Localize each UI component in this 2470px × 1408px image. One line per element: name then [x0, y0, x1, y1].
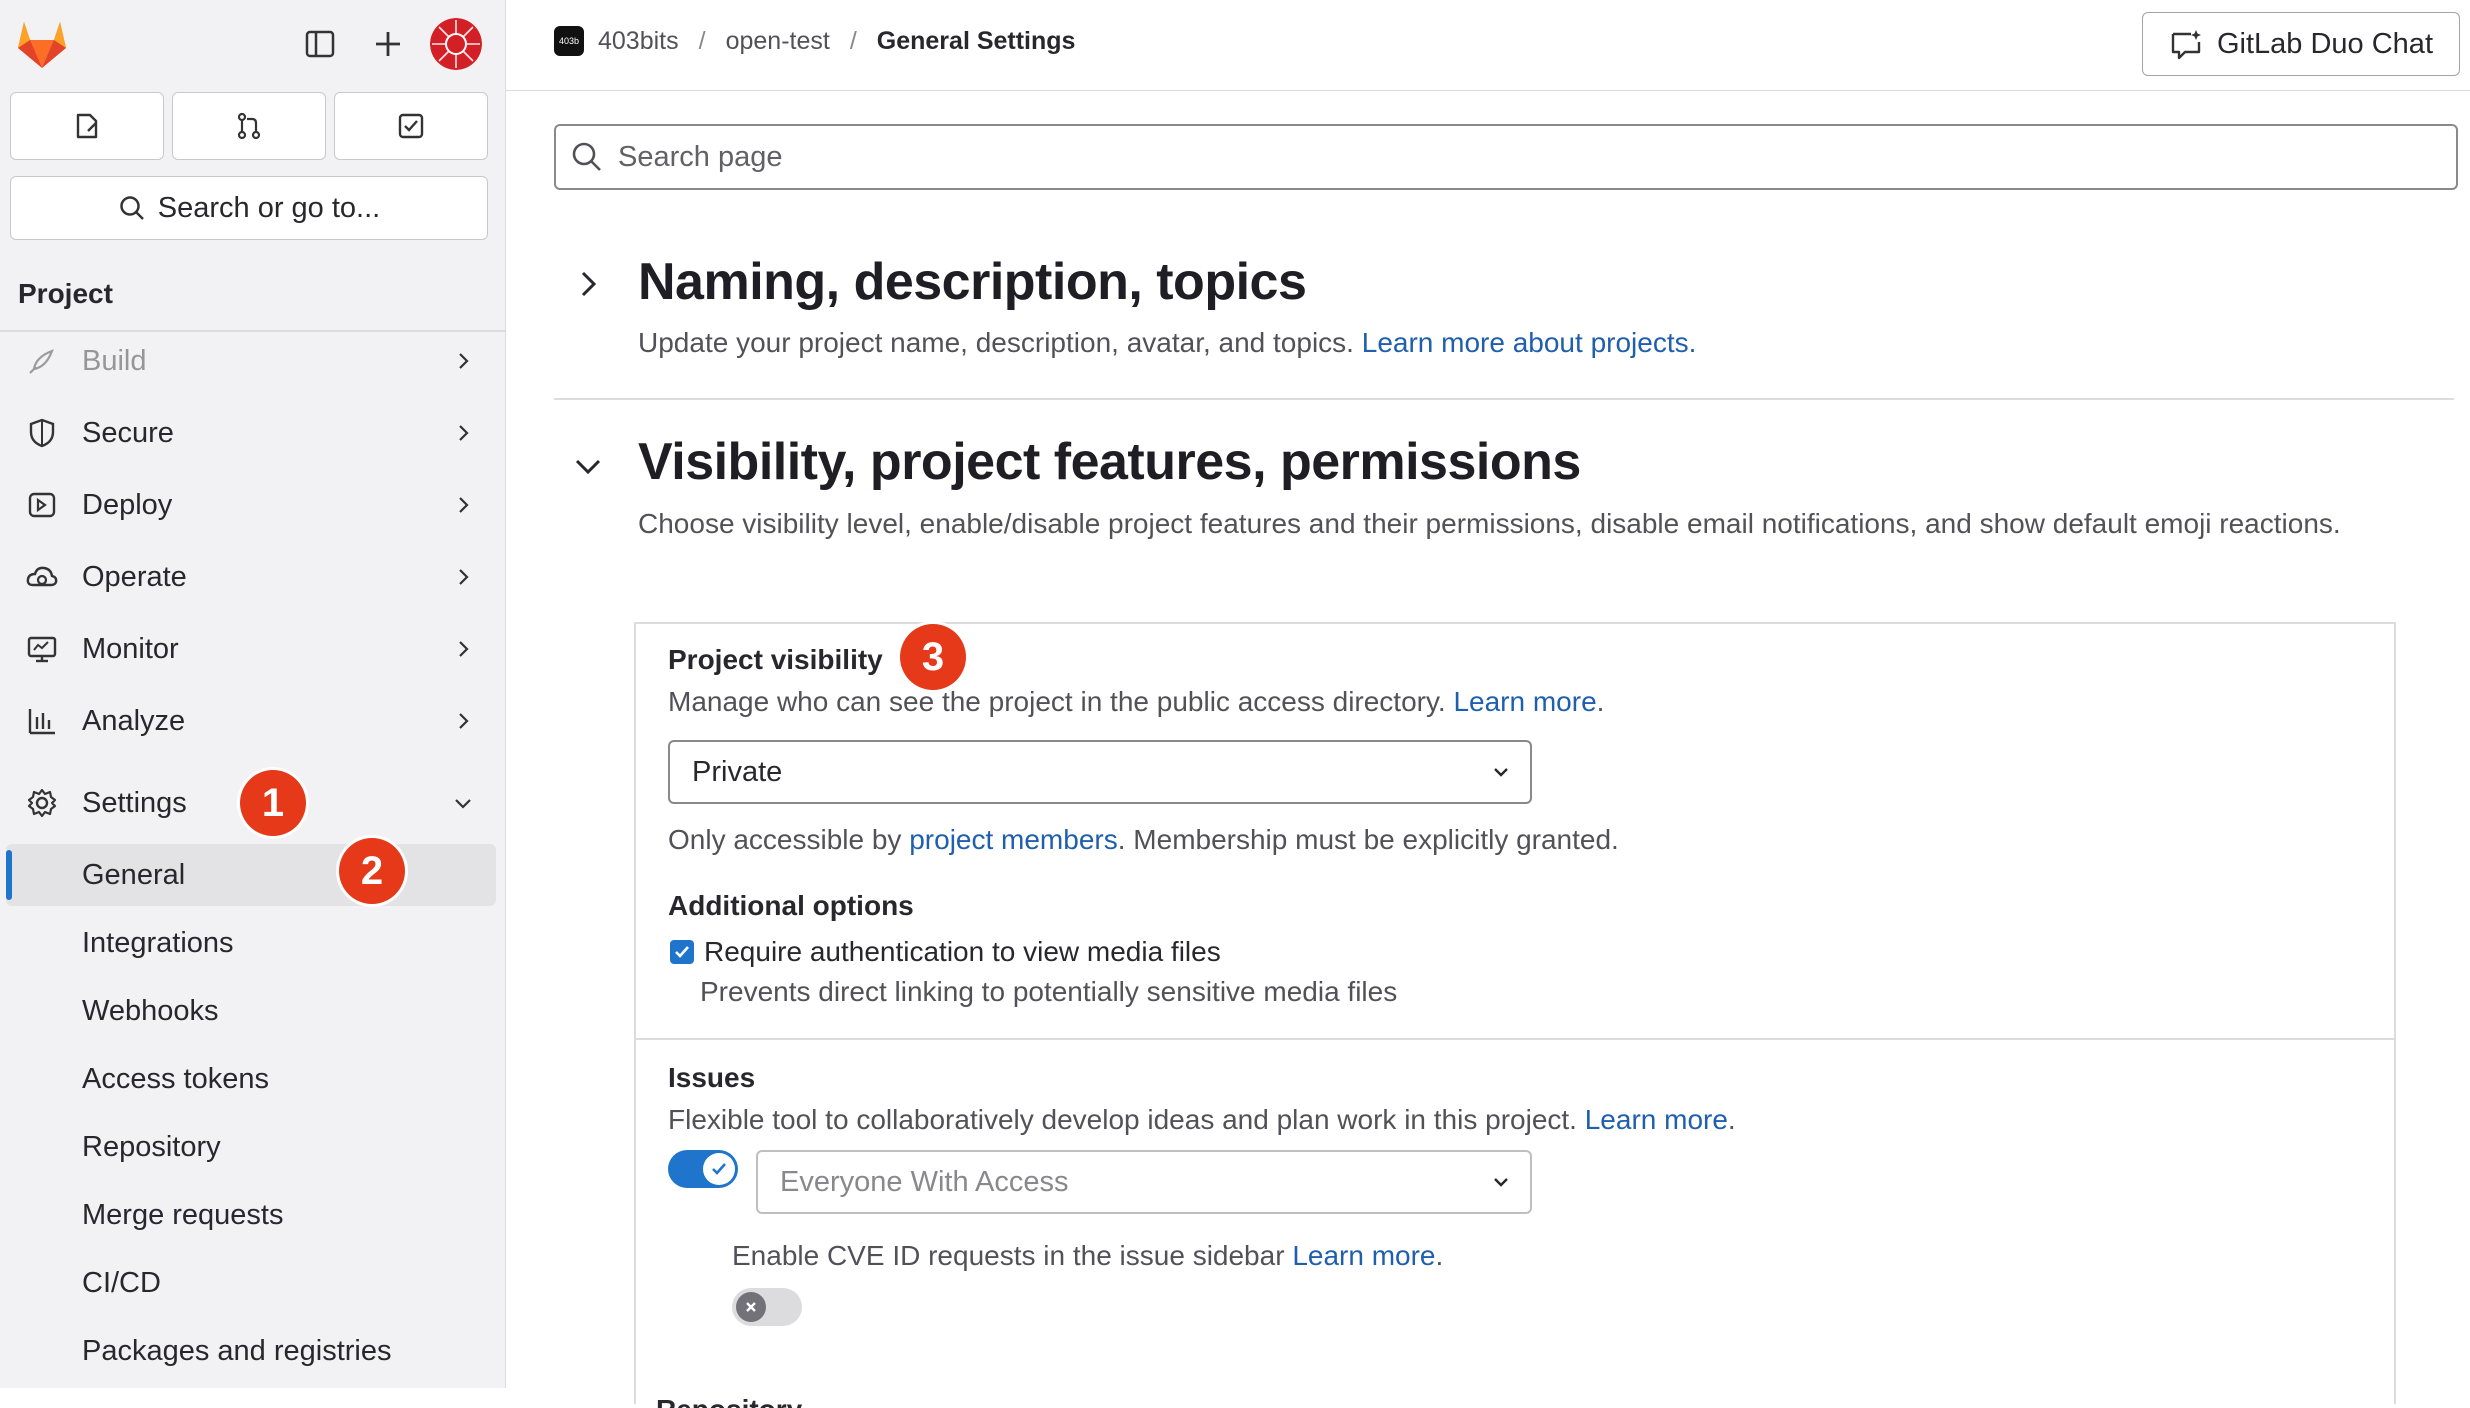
learn-more-link[interactable]: Learn more — [1292, 1240, 1435, 1271]
visibility-settings-panel: Project visibility 3 Manage who can see … — [634, 622, 2396, 1408]
chevron-right-icon — [459, 497, 469, 513]
chevron-right-icon — [459, 713, 469, 729]
chevron-right-icon — [459, 641, 469, 657]
annotation-badge-1: 1 — [240, 770, 306, 836]
require-auth-media-label[interactable]: Require authentication to view media fil… — [704, 936, 1221, 968]
close-icon — [746, 1302, 756, 1312]
issues-toggle[interactable] — [668, 1150, 738, 1188]
sidebar: Search or go to... Project Build Secure … — [0, 0, 506, 1388]
duo-chat-label: GitLab Duo Chat — [2216, 27, 2433, 60]
breadcrumb-group[interactable]: 403bits — [598, 27, 679, 56]
section-title-naming[interactable]: Naming, description, topics — [638, 252, 1307, 312]
monitor-icon — [24, 631, 60, 667]
learn-more-link[interactable]: Learn more — [1453, 686, 1596, 717]
checkmark-icon — [675, 946, 689, 958]
deploy-icon — [24, 487, 60, 523]
visibility-level-value: Private — [692, 755, 783, 788]
sidebar-item-ci-cd[interactable]: CI/CD — [0, 1252, 505, 1314]
sidebar-item-analyze[interactable]: Analyze — [0, 688, 505, 754]
sidebar-item-packages-registries[interactable]: Packages and registries — [0, 1320, 505, 1382]
visibility-note: Only accessible by project members. Memb… — [668, 824, 1619, 855]
rocket-icon — [24, 343, 60, 379]
duo-chat-icon — [2171, 30, 2201, 60]
additional-options-label: Additional options — [668, 890, 914, 921]
chevron-right-icon — [459, 425, 469, 441]
sidebar-item-deploy[interactable]: Deploy — [0, 472, 505, 538]
breadcrumb-project[interactable]: open-test — [726, 27, 830, 56]
chevron-right-icon — [459, 569, 469, 585]
sidebar-item-secure[interactable]: Secure — [0, 400, 505, 466]
issues-icon — [76, 113, 98, 139]
learn-more-projects-link[interactable]: Learn more about projects. — [1362, 327, 1697, 358]
section-desc-naming: Update your project name, description, a… — [638, 327, 1697, 358]
issues-access-value: Everyone With Access — [780, 1165, 1069, 1198]
sidebar-item-access-tokens[interactable]: Access tokens — [0, 1048, 505, 1110]
section-desc-visibility: Choose visibility level, enable/disable … — [638, 508, 2341, 539]
breadcrumb-separator: / — [849, 26, 857, 55]
breadcrumb-separator: / — [698, 26, 706, 55]
user-avatar[interactable] — [430, 18, 482, 70]
project-members-link[interactable]: project members — [909, 824, 1118, 855]
search-icon — [572, 142, 601, 171]
todo-list-button[interactable] — [334, 92, 488, 160]
gitlab-logo-icon[interactable] — [14, 18, 70, 70]
require-auth-media-checkbox[interactable] — [670, 940, 694, 964]
duo-chat-button[interactable]: GitLab Duo Chat — [2142, 12, 2460, 76]
issues-access-select[interactable]: Everyone With Access — [756, 1150, 1532, 1214]
sidebar-section-title: Project — [18, 278, 113, 309]
group-avatar[interactable]: 403b — [554, 26, 584, 56]
sidebar-item-build[interactable]: Build — [0, 328, 505, 394]
breadcrumb: 403b 403bits / open-test / General Setti… — [554, 26, 1075, 56]
repository-label: Repository — [656, 1394, 802, 1408]
chevron-down-icon — [455, 799, 471, 809]
project-visibility-label: Project visibility — [668, 644, 883, 675]
breadcrumb-current[interactable]: General Settings — [877, 27, 1076, 56]
divider — [636, 1038, 2394, 1040]
cloud-gear-icon — [24, 559, 60, 595]
assigned-issues-button[interactable] — [10, 92, 164, 160]
create-new-icon[interactable] — [366, 22, 410, 66]
shield-icon — [24, 415, 60, 451]
cve-request-toggle[interactable] — [732, 1288, 802, 1326]
chart-icon — [24, 703, 60, 739]
sidebar-item-operate[interactable]: Operate — [0, 544, 505, 610]
issues-help: Flexible tool to collaboratively develop… — [668, 1104, 1736, 1135]
sidebar-item-monitor[interactable]: Monitor — [0, 616, 505, 682]
active-indicator — [6, 850, 12, 900]
chevron-right-icon[interactable] — [572, 268, 604, 300]
require-auth-media-help: Prevents direct linking to potentially s… — [700, 976, 1398, 1007]
sidebar-item-integrations[interactable]: Integrations — [0, 912, 505, 974]
checkmark-icon — [712, 1163, 726, 1175]
sidebar-item-merge-requests[interactable]: Merge requests — [0, 1184, 505, 1246]
chevron-right-icon — [459, 353, 469, 369]
chevron-down-icon[interactable] — [572, 450, 604, 482]
gear-icon — [24, 785, 60, 821]
merge-request-icon — [237, 112, 261, 140]
cve-request-text: Enable CVE ID requests in the issue side… — [732, 1240, 1444, 1271]
learn-more-link[interactable]: Learn more — [1585, 1104, 1728, 1135]
visibility-level-select[interactable]: Private — [668, 740, 1532, 804]
page-search-input[interactable] — [616, 139, 2420, 175]
annotation-badge-3: 3 — [900, 624, 966, 690]
sidebar-toggle-icon[interactable] — [298, 22, 342, 66]
chevron-down-icon — [1494, 1178, 1508, 1187]
sidebar-item-general[interactable]: General — [6, 844, 496, 906]
chevron-down-icon — [1494, 768, 1508, 777]
todo-icon — [398, 113, 424, 139]
annotation-badge-2: 2 — [339, 838, 405, 904]
page-search-field[interactable] — [554, 124, 2458, 190]
section-title-visibility[interactable]: Visibility, project features, permission… — [638, 432, 1581, 492]
sidebar-item-repository[interactable]: Repository — [0, 1116, 505, 1178]
search-icon — [120, 196, 144, 220]
merge-requests-button[interactable] — [172, 92, 326, 160]
project-visibility-help: Manage who can see the project in the pu… — [668, 686, 1605, 717]
issues-label: Issues — [668, 1062, 756, 1093]
sidebar-search-button[interactable]: Search or go to... — [10, 176, 488, 240]
sidebar-item-webhooks[interactable]: Webhooks — [0, 980, 505, 1042]
top-bar: 403b 403bits / open-test / General Setti… — [506, 0, 2470, 91]
divider — [554, 398, 2454, 400]
sidebar-search-label: Search or go to... — [157, 191, 381, 224]
